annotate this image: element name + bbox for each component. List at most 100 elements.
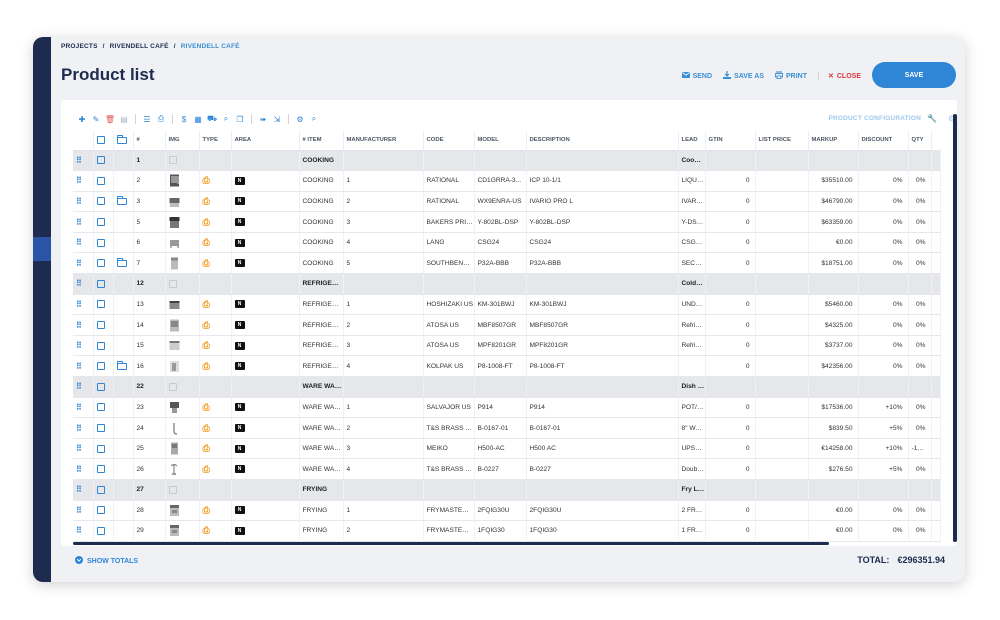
print-button[interactable]: PRINT <box>775 70 807 81</box>
truck-icon[interactable]: ⛟ <box>205 114 219 124</box>
print-spec-cell[interactable]: ⎙ <box>199 191 232 213</box>
drag-handle[interactable]: ⠿ <box>73 438 94 460</box>
print-spec-cell[interactable]: ⎙ <box>199 232 232 254</box>
print-spec-cell[interactable]: ⎙ <box>199 170 232 192</box>
print-spec-cell[interactable]: ⎙ <box>199 211 232 233</box>
column-header[interactable]: MANUFACTURER <box>343 131 424 151</box>
print-spec-printer-icon[interactable]: ⎙ <box>203 258 210 268</box>
row-checkbox[interactable] <box>96 506 105 515</box>
row-select[interactable] <box>93 417 114 439</box>
drag-handle[interactable]: ⠿ <box>73 376 94 398</box>
drag-handle[interactable]: ⠿ <box>73 273 94 295</box>
column-header[interactable]: LIST PRICE <box>755 131 809 151</box>
save-as-button[interactable]: SAVE AS <box>723 71 764 81</box>
column-header[interactable]: # <box>133 131 166 151</box>
row-select[interactable] <box>93 294 114 316</box>
drag-handle[interactable]: ⠿ <box>73 500 94 522</box>
column-header[interactable]: IMG <box>165 131 200 151</box>
column-header[interactable]: DESCRIPTION <box>526 131 679 151</box>
print-spec-printer-icon[interactable]: ⎙ <box>203 464 210 474</box>
table-row[interactable]: ⠿15⎙NREFRIGERATION3ATOSA USMPF8201GRMPF8… <box>73 335 941 357</box>
folder-icon[interactable] <box>116 257 127 267</box>
table-row[interactable]: ⠿5⎙NCOOKING3BAKERS PRIDE USY-802BL-DSPY-… <box>73 211 941 233</box>
drag-handle[interactable]: ⠿ <box>73 479 94 501</box>
print-spec-printer-icon[interactable]: ⎙ <box>203 237 210 247</box>
row-select[interactable] <box>93 191 114 213</box>
table-row[interactable]: ⠿ 3 ⎙ N COOKING 2 RATIONAL WX9ENRA-US IVARIO PRO… <box>73 191 941 213</box>
close-button[interactable]: ✕ CLOSE <box>818 72 861 80</box>
header-select-all[interactable] <box>93 131 114 151</box>
print-spec-cell[interactable]: ⎙ <box>199 355 232 378</box>
print-spec-printer-icon[interactable]: ⎙ <box>203 175 210 185</box>
vertical-scrollbar[interactable] <box>953 114 957 542</box>
print-spec-printer-icon[interactable]: ⎙ <box>203 217 210 227</box>
row-select[interactable] <box>93 438 114 460</box>
group-row[interactable]: ⠿ 22 WARE WASHING Dish Washing <box>73 376 941 398</box>
dollar-icon[interactable]: $ <box>177 115 191 124</box>
row-checkbox[interactable] <box>96 485 105 494</box>
archive-icon[interactable]: ▤ <box>117 115 131 124</box>
drag-handle[interactable]: ⠿ <box>73 314 94 336</box>
print-spec-cell[interactable]: ⎙ <box>199 520 232 542</box>
drag-handle[interactable]: ⠿ <box>73 232 94 254</box>
add-icon[interactable]: ✚ <box>75 115 89 124</box>
column-header[interactable]: TYPE <box>199 131 232 151</box>
column-header[interactable]: QTY <box>908 131 932 151</box>
row-select[interactable] <box>93 232 114 254</box>
table-row[interactable]: ⠿ 7 ⎙ N COOKING 5 SOUTHBEND US P32A-BBB P32A-BBB… <box>73 252 941 275</box>
table-row[interactable]: ⠿14⎙NREFRIGERATION2ATOSA USMBF8507GRMBF8… <box>73 314 941 336</box>
table-row[interactable]: ⠿23⎙NWARE WASHING1SALVAJOR USP914P914POT… <box>73 397 941 419</box>
print-spec-cell[interactable]: ⎙ <box>199 438 232 460</box>
row-checkbox[interactable] <box>96 444 105 453</box>
drag-handle[interactable]: ⠿ <box>73 458 94 480</box>
row-checkbox[interactable] <box>96 259 105 268</box>
print-spec-cell[interactable]: ⎙ <box>199 252 232 275</box>
row-checkbox[interactable] <box>96 176 105 185</box>
row-select[interactable] <box>93 211 114 233</box>
column-header[interactable]: DISCOUNT <box>858 131 909 151</box>
print-spec-printer-icon[interactable]: ⎙ <box>203 320 210 330</box>
row-checkbox[interactable] <box>96 362 105 371</box>
print-spec-printer-icon[interactable]: ⎙ <box>203 505 210 515</box>
row-select[interactable] <box>93 150 114 172</box>
row-select[interactable] <box>93 335 114 357</box>
row-select[interactable] <box>93 376 114 398</box>
print-spec-printer-icon[interactable]: ⎙ <box>203 423 210 433</box>
trash-icon[interactable]: 🗑 <box>103 115 117 124</box>
import-icon[interactable]: ⇲ <box>270 115 284 124</box>
row-checkbox[interactable] <box>96 526 105 535</box>
copy-icon[interactable]: ❐ <box>233 115 247 124</box>
print-spec-cell[interactable]: ⎙ <box>199 314 232 336</box>
send-button[interactable]: SEND <box>681 72 712 80</box>
row-checkbox[interactable] <box>96 403 105 412</box>
table-row[interactable]: ⠿16⎙NREFRIGERATION4KOLPAK USP8-1008-FTP8… <box>73 355 941 378</box>
save-button[interactable]: SAVE <box>872 62 956 88</box>
folder-cell[interactable] <box>113 191 134 213</box>
row-select[interactable] <box>93 479 114 501</box>
group-row[interactable]: ⠿ 1 COOKING Cooking Area <box>73 150 941 172</box>
group-row[interactable]: ⠿ 27 FRYING Fry Line <box>73 479 941 501</box>
drag-handle[interactable]: ⠿ <box>73 397 94 419</box>
folder-icon[interactable] <box>116 195 127 205</box>
column-header[interactable]: CODE <box>423 131 475 151</box>
print-spec-printer-icon[interactable]: ⎙ <box>203 361 210 371</box>
drag-handle[interactable]: ⠿ <box>73 355 94 378</box>
drag-handle[interactable]: ⠿ <box>73 520 94 542</box>
table-row[interactable]: ⠿6⎙NCOOKING4LANGCSG24CSG24CSG24 NATURAL … <box>73 232 941 254</box>
print-spec-printer-icon[interactable]: ⎙ <box>203 196 210 206</box>
print-spec-cell[interactable]: ⎙ <box>199 397 232 419</box>
folder-cell[interactable] <box>113 355 134 378</box>
print-spec-printer-icon[interactable]: ⎙ <box>203 443 210 453</box>
row-select[interactable] <box>93 273 114 295</box>
print-spec-printer-icon[interactable]: ⎙ <box>203 299 210 309</box>
row-select[interactable] <box>93 314 114 336</box>
group-row[interactable]: ⠿ 12 REFRIGERATION Cold Storage <box>73 273 941 295</box>
table-row[interactable]: ⠿ 2 ⎙ N COOKING 1 RATIONAL CD1GRRA-3... ICP 10-1… <box>73 170 941 192</box>
calculator-icon[interactable]: ▦ <box>191 115 205 124</box>
product-configuration-link[interactable]: PRODUCT CONFIGURATION <box>828 115 921 122</box>
column-header[interactable]: GTIN <box>705 131 756 151</box>
row-checkbox[interactable] <box>96 156 105 165</box>
row-checkbox[interactable] <box>96 341 105 350</box>
horizontal-scrollbar[interactable] <box>73 542 829 545</box>
drag-handle[interactable]: ⠿ <box>73 191 94 213</box>
